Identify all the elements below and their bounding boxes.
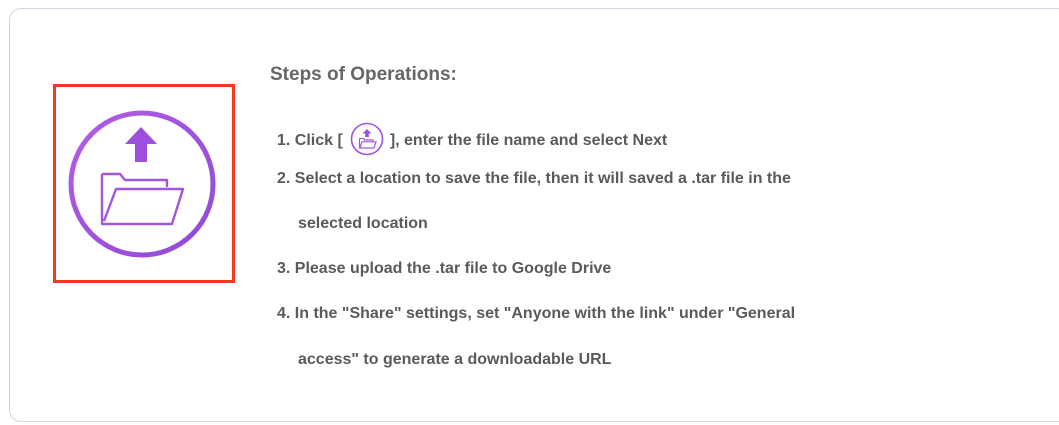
steps-title: Steps of Operations:: [270, 64, 457, 85]
folder-upload-icon: [68, 110, 216, 258]
step-4-line-2: access" to generate a downloadable URL: [298, 351, 612, 368]
step-1-suffix: ], enter the file name and select Next: [389, 132, 668, 150]
step-1-prefix: 1. Click [: [277, 132, 343, 150]
step-1: 1. Click [ ], enter the file name and se…: [277, 122, 668, 158]
folder-upload-icon: [350, 122, 384, 156]
step-4-line-1: 4. In the "Share" settings, set "Anyone …: [277, 305, 796, 322]
step-2-line-1: 2. Select a location to save the file, t…: [277, 170, 791, 187]
export-folder-button[interactable]: [53, 84, 235, 283]
step-2-line-2: selected location: [298, 215, 428, 232]
step-3-line-1: 3. Please upload the .tar file to Google…: [277, 260, 612, 277]
